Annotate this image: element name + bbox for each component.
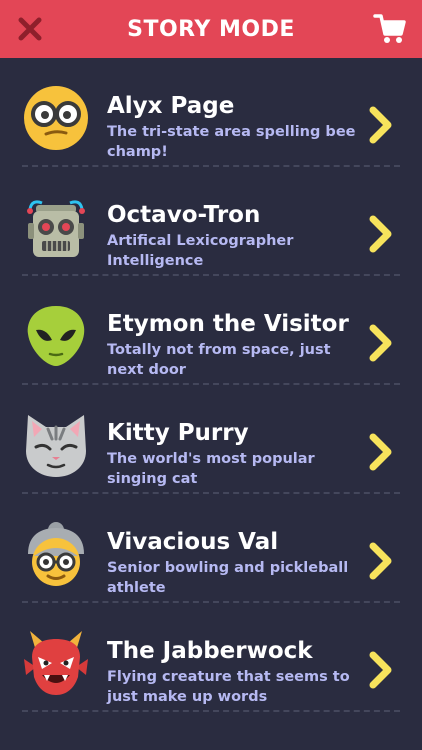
character-description: Artifical Lexicographer Intelligence	[107, 233, 294, 269]
character-name: Alyx Page	[107, 93, 235, 119]
row-divider	[22, 710, 400, 712]
cat-face-icon	[26, 415, 86, 477]
character-name: Vivacious Val	[107, 529, 279, 555]
chevron-right-icon	[369, 542, 392, 580]
character-row-kitty-purry[interactable]: Kitty Purry The world's most popular sin…	[0, 385, 422, 494]
chevron-right-icon	[369, 651, 392, 689]
character-name: Octavo-Tron	[107, 202, 261, 228]
close-button[interactable]	[14, 13, 46, 45]
grandma-icon	[28, 522, 84, 586]
character-description: Totally not from space, just next door	[107, 342, 331, 378]
chevron-right-icon	[369, 215, 392, 253]
shopping-cart-icon	[373, 14, 406, 43]
character-name: Kitty Purry	[107, 420, 249, 446]
header-bar: STORY MODE	[0, 0, 422, 58]
character-name: The Jabberwock	[107, 638, 313, 664]
red-monster-icon	[24, 631, 88, 695]
character-row-alyx-page[interactable]: Alyx Page The tri-state area spelling be…	[0, 58, 422, 167]
character-row-the-jabberwock[interactable]: The Jabberwock Flying creature that seem…	[0, 603, 422, 712]
character-name: Etymon the Visitor	[107, 311, 349, 337]
chevron-right-icon	[369, 324, 392, 362]
character-description: The tri-state area spelling bee champ!	[107, 124, 356, 160]
character-description: Flying creature that seems to just make …	[107, 669, 350, 705]
character-list: Alyx Page The tri-state area spelling be…	[0, 58, 422, 712]
close-x-icon	[18, 17, 42, 41]
character-row-etymon-the-visitor[interactable]: Etymon the Visitor Totally not from spac…	[0, 276, 422, 385]
chevron-right-icon	[369, 433, 392, 471]
robot-icon	[27, 200, 85, 257]
character-description: The world's most popular singing cat	[107, 451, 315, 487]
cart-button[interactable]	[372, 11, 408, 47]
character-description: Senior bowling and pickleball athlete	[107, 560, 349, 596]
chevron-right-icon	[369, 106, 392, 144]
nerd-face-icon	[24, 86, 88, 150]
page-title: STORY MODE	[127, 16, 295, 42]
alien-icon	[27, 306, 85, 366]
character-row-vivacious-val[interactable]: Vivacious Val Senior bowling and pickleb…	[0, 494, 422, 603]
character-row-octavo-tron[interactable]: Octavo-Tron Artifical Lexicographer Inte…	[0, 167, 422, 276]
